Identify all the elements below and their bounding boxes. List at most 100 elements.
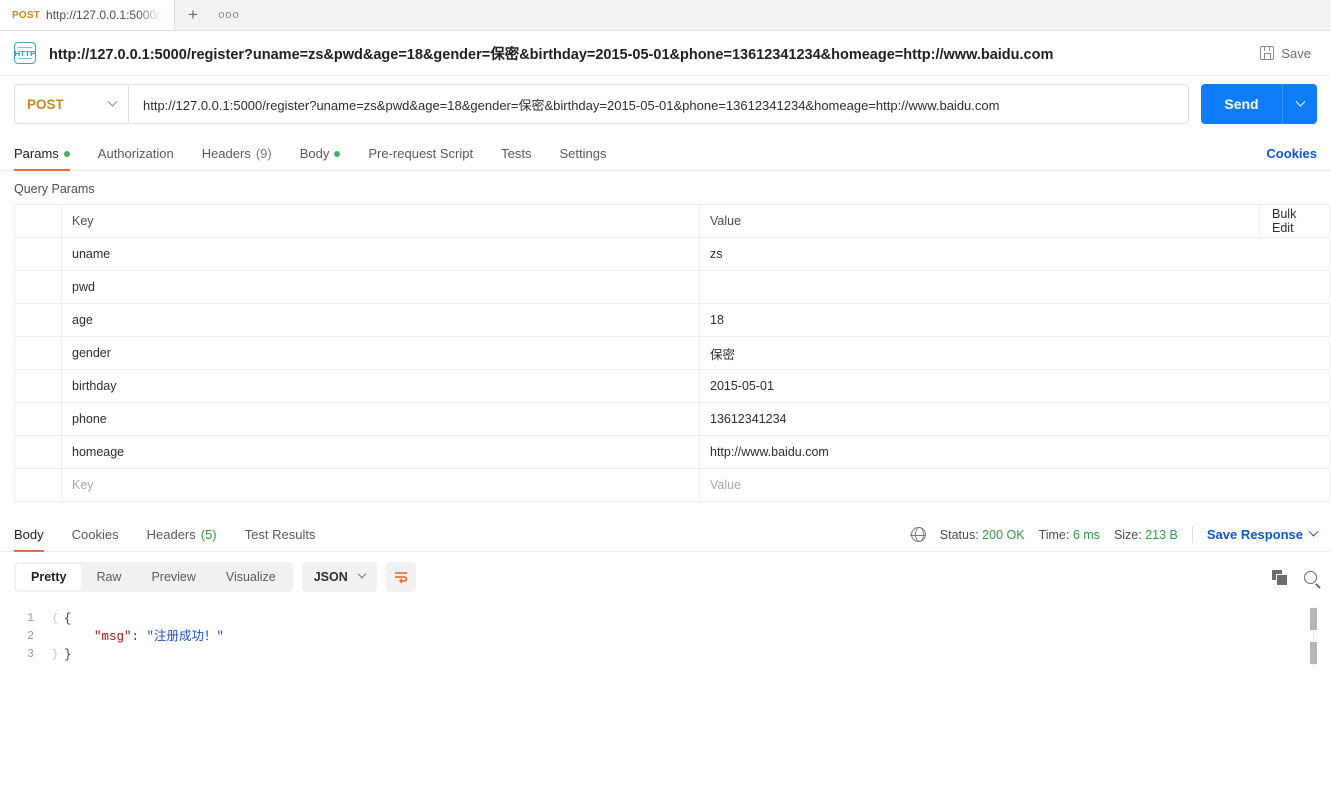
tab-params[interactable]: Params	[14, 146, 70, 171]
param-key[interactable]: phone	[72, 412, 107, 426]
code-line: 1 { {	[0, 610, 1331, 628]
row-checkbox-cell[interactable]	[14, 270, 62, 304]
response-tab-body[interactable]: Body	[14, 527, 44, 552]
cookies-link[interactable]: Cookies	[1266, 146, 1317, 170]
row-checkbox-cell[interactable]	[14, 303, 62, 337]
param-value[interactable]: zs	[710, 247, 723, 261]
tab-params-label: Params	[14, 146, 59, 161]
tab-authorization[interactable]: Authorization	[98, 146, 174, 170]
tab-pre-request-script-label: Pre-request Script	[368, 146, 474, 161]
response-body-scrollbar[interactable]	[1310, 606, 1317, 668]
request-tabs: Params Authorization Headers (9) Body Pr…	[0, 138, 1331, 171]
send-options-button[interactable]	[1282, 84, 1317, 124]
response-tab-cookies-label: Cookies	[71, 527, 119, 542]
status-label: Status:	[939, 527, 979, 542]
wrap-lines-button[interactable]	[385, 562, 416, 592]
tab-body[interactable]: Body	[300, 146, 341, 170]
table-row: phone 13612341234	[14, 402, 1330, 436]
modified-dot-icon	[334, 150, 341, 157]
json-code-block[interactable]: 1 { { 2 "msg": "注册成功！" 3 } }	[0, 610, 1331, 664]
table-row: homeage http://www.baidu.com	[14, 435, 1330, 469]
tab-pre-request-script[interactable]: Pre-request Script	[368, 146, 473, 170]
tab-settings[interactable]: Settings	[559, 146, 606, 170]
param-key[interactable]: homeage	[72, 445, 124, 459]
response-language-select[interactable]: JSON	[301, 562, 377, 592]
column-header-key: Key	[61, 204, 700, 238]
response-body-viewer: 1 { { 2 "msg": "注册成功！" 3 } }	[0, 602, 1331, 668]
param-key[interactable]: age	[72, 313, 93, 327]
table-row: pwd	[14, 270, 1330, 304]
param-value[interactable]: 保密	[710, 348, 735, 362]
scrollbar-thumb[interactable]	[1310, 608, 1317, 630]
param-key[interactable]: birthday	[72, 379, 116, 393]
row-checkbox-cell[interactable]	[14, 369, 62, 403]
tab-options-icon[interactable]: ooo	[211, 0, 247, 30]
new-param-key-input[interactable]: Key	[72, 478, 94, 492]
response-tab-cookies[interactable]: Cookies	[72, 527, 119, 551]
time-label: Time:	[1038, 527, 1070, 542]
param-value[interactable]: 18	[710, 313, 724, 327]
param-value[interactable]: 2015-05-01	[710, 379, 774, 393]
tab-settings-label: Settings	[559, 146, 607, 161]
url-input[interactable]: http://127.0.0.1:5000/register?uname=zs&…	[128, 84, 1189, 124]
response-tab-headers[interactable]: Headers (5)	[147, 527, 217, 551]
json-colon: :	[131, 630, 147, 644]
fold-marker[interactable]: {	[48, 610, 62, 628]
status-badge: Status: 200 OK	[940, 528, 1025, 542]
http-protocol-icon: HTTP	[14, 42, 36, 64]
tab-body-label: Body	[299, 146, 330, 161]
tab-headers-count: (9)	[255, 146, 272, 161]
param-key[interactable]: gender	[72, 346, 111, 360]
line-number: 3	[27, 648, 34, 661]
code-text: }	[64, 648, 72, 662]
chevron-down-icon	[1295, 96, 1305, 107]
save-button-label: Save	[1281, 45, 1311, 61]
code-line: 2 "msg": "注册成功！"	[0, 628, 1331, 646]
new-tab-button[interactable]: +	[175, 0, 211, 30]
url-bar: POST http://127.0.0.1:5000/register?unam…	[0, 76, 1331, 138]
wrap-text-icon	[394, 572, 407, 584]
param-value[interactable]: 13612341234	[710, 412, 786, 426]
save-button[interactable]: Save	[1254, 42, 1317, 65]
table-row: age 18	[14, 303, 1330, 337]
tab-headers[interactable]: Headers (9)	[202, 146, 272, 170]
fold-marker[interactable]: }	[48, 646, 62, 664]
search-icon[interactable]	[1304, 570, 1317, 584]
send-button[interactable]: Send	[1201, 84, 1282, 124]
row-checkbox-cell-empty	[14, 468, 62, 502]
response-format-toolbar: Pretty Raw Preview Visualize JSON	[0, 552, 1331, 602]
format-segmented-control: Pretty Raw Preview Visualize	[14, 562, 293, 592]
row-checkbox-cell[interactable]	[14, 435, 62, 469]
response-tab-test-results[interactable]: Test Results	[245, 527, 316, 551]
save-response-label: Save Response	[1206, 527, 1303, 542]
param-key[interactable]: uname	[72, 247, 110, 261]
row-checkbox-cell[interactable]	[14, 336, 62, 370]
param-key[interactable]: pwd	[72, 280, 95, 294]
format-preview-button[interactable]: Preview	[136, 564, 210, 590]
tab-tests[interactable]: Tests	[501, 146, 531, 170]
scrollbar-thumb-secondary[interactable]	[1310, 642, 1317, 664]
row-checkbox-cell[interactable]	[14, 237, 62, 271]
response-tab-body-label: Body	[14, 527, 44, 542]
param-value[interactable]: http://www.baidu.com	[710, 445, 829, 459]
response-tools	[1272, 570, 1317, 585]
code-text: {	[64, 612, 72, 626]
copy-icon[interactable]	[1272, 570, 1287, 585]
size-label: Size:	[1113, 527, 1142, 542]
new-param-value-input[interactable]: Value	[710, 478, 741, 492]
format-raw-button[interactable]: Raw	[81, 564, 136, 590]
tab-authorization-label: Authorization	[97, 146, 174, 161]
column-header-check	[14, 204, 62, 238]
time-badge: Time: 6 ms	[1039, 528, 1100, 542]
bulk-edit-button[interactable]: Bulk Edit	[1259, 204, 1330, 238]
request-tab-url: http://127.0.0.1:5000/reg	[46, 8, 162, 22]
save-response-button[interactable]: Save Response	[1206, 526, 1319, 542]
http-method-select[interactable]: POST	[14, 84, 128, 124]
row-checkbox-cell[interactable]	[14, 402, 62, 436]
line-number: 1	[27, 612, 34, 625]
request-tab[interactable]: POST http://127.0.0.1:5000/reg	[0, 0, 175, 30]
globe-icon	[910, 526, 927, 543]
format-visualize-button[interactable]: Visualize	[211, 564, 291, 590]
table-row: uname zs	[14, 237, 1330, 271]
format-pretty-button[interactable]: Pretty	[16, 564, 82, 590]
